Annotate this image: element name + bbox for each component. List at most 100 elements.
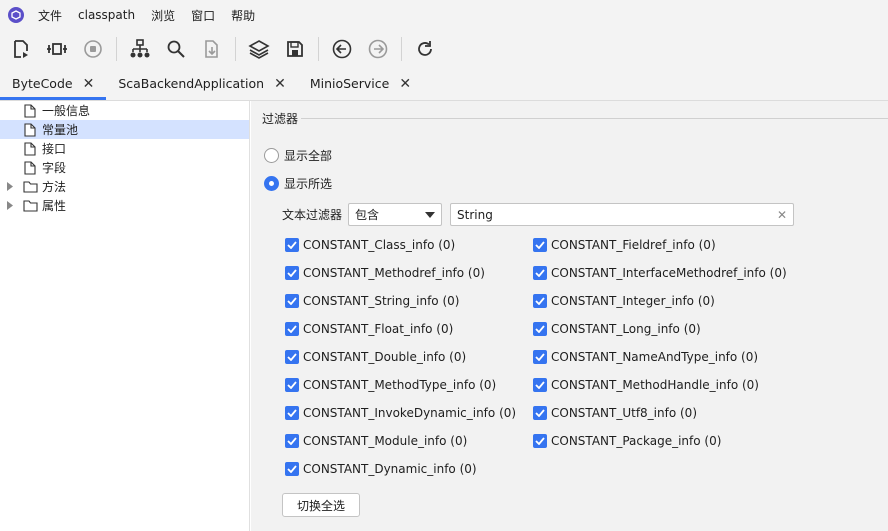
folder-icon bbox=[22, 198, 38, 214]
constant-checkbox[interactable]: CONSTANT_MethodHandle_info (0) bbox=[533, 378, 759, 392]
divider bbox=[301, 118, 888, 119]
close-icon[interactable]: ✕ bbox=[83, 77, 95, 91]
tab-label: ByteCode bbox=[12, 76, 73, 91]
menu-bar: 文件 classpath 浏览 窗口 帮助 bbox=[0, 0, 888, 30]
checkbox-label: CONSTANT_MethodHandle_info (0) bbox=[551, 378, 759, 392]
tree-item-attributes[interactable]: 属性 bbox=[0, 196, 249, 215]
tree-item-constant-pool[interactable]: 常量池 bbox=[0, 120, 249, 139]
constant-checkbox[interactable]: CONSTANT_String_info (0) bbox=[285, 294, 459, 308]
clear-icon[interactable]: ✕ bbox=[777, 208, 787, 222]
checkbox-checked-icon[interactable] bbox=[533, 238, 547, 252]
constant-checkbox[interactable]: CONSTANT_Module_info (0) bbox=[285, 434, 467, 448]
radio-show-selected[interactable]: 显示所选 bbox=[264, 175, 332, 192]
structure-tree: 一般信息 常量池 接口 字段 方法 属性 bbox=[0, 101, 250, 531]
checkbox-label: CONSTANT_String_info (0) bbox=[303, 294, 460, 308]
constant-checkbox[interactable]: CONSTANT_Dynamic_info (0) bbox=[285, 462, 477, 476]
tree-item-general-info[interactable]: 一般信息 bbox=[0, 101, 249, 120]
tree-item-label: 接口 bbox=[42, 142, 67, 156]
radio-show-all[interactable]: 显示全部 bbox=[264, 147, 332, 164]
back-button[interactable] bbox=[329, 36, 355, 62]
radio-circle[interactable] bbox=[264, 176, 279, 191]
checkbox-checked-icon[interactable] bbox=[285, 350, 299, 364]
menu-window[interactable]: 窗口 bbox=[191, 7, 215, 24]
tree-item-methods[interactable]: 方法 bbox=[0, 177, 249, 196]
file-icon bbox=[22, 141, 38, 157]
constant-checkbox[interactable]: CONSTANT_Utf8_info (0) bbox=[533, 406, 697, 420]
checkbox-checked-icon[interactable] bbox=[533, 350, 547, 364]
constant-checkbox[interactable]: CONSTANT_Class_info (0) bbox=[285, 238, 455, 252]
checkbox-label: CONSTANT_Package_info (0) bbox=[551, 434, 722, 448]
checkbox-checked-icon[interactable] bbox=[533, 378, 547, 392]
toggle-select-all-button[interactable]: 切换全选 bbox=[282, 493, 361, 517]
stop-icon bbox=[84, 40, 102, 58]
constant-checkbox[interactable]: CONSTANT_NameAndType_info (0) bbox=[533, 350, 758, 364]
checkbox-checked-icon[interactable] bbox=[285, 266, 299, 280]
menu-file[interactable]: 文件 bbox=[38, 7, 62, 24]
menu-classpath[interactable]: classpath bbox=[78, 8, 135, 22]
close-icon[interactable]: ✕ bbox=[274, 77, 286, 91]
constant-checkbox[interactable]: CONSTANT_Fieldref_info (0) bbox=[533, 238, 716, 252]
close-icon[interactable]: ✕ bbox=[399, 77, 411, 91]
checkbox-checked-icon[interactable] bbox=[533, 294, 547, 308]
constant-checkbox[interactable]: CONSTANT_Package_info (0) bbox=[533, 434, 721, 448]
tree-item-interfaces[interactable]: 接口 bbox=[0, 139, 249, 158]
checkbox-checked-icon[interactable] bbox=[533, 434, 547, 448]
tab-minioservice[interactable]: MinioService ✕ bbox=[298, 67, 423, 100]
decompile-button[interactable] bbox=[44, 36, 70, 62]
checkbox-checked-icon[interactable] bbox=[533, 266, 547, 280]
checkbox-checked-icon[interactable] bbox=[285, 322, 299, 336]
file-icon bbox=[22, 122, 38, 138]
checkbox-checked-icon[interactable] bbox=[285, 462, 299, 476]
checkbox-label: CONSTANT_MethodType_info (0) bbox=[303, 378, 497, 392]
checkbox-label: CONSTANT_Double_info (0) bbox=[303, 350, 467, 364]
text-filter-row: 文本过滤器 包含 String ✕ bbox=[282, 203, 795, 226]
checkbox-label: CONSTANT_Long_info (0) bbox=[551, 322, 701, 336]
tree-item-label: 一般信息 bbox=[42, 104, 91, 118]
constant-checkbox[interactable]: CONSTANT_MethodType_info (0) bbox=[285, 378, 496, 392]
tab-bytecode[interactable]: ByteCode ✕ bbox=[0, 67, 107, 100]
checkbox-label: CONSTANT_Utf8_info (0) bbox=[551, 406, 697, 420]
constant-checkbox[interactable]: CONSTANT_InterfaceMethodref_info (0) bbox=[533, 266, 787, 280]
menu-help[interactable]: 帮助 bbox=[231, 7, 255, 24]
hierarchy-button[interactable] bbox=[127, 36, 153, 62]
constant-checkbox[interactable]: CONSTANT_Double_info (0) bbox=[285, 350, 466, 364]
checkbox-label: CONSTANT_Float_info (0) bbox=[303, 322, 454, 336]
tree-item-label: 方法 bbox=[42, 180, 67, 194]
tree-item-fields[interactable]: 字段 bbox=[0, 158, 249, 177]
constant-checkbox[interactable]: CONSTANT_Float_info (0) bbox=[285, 322, 453, 336]
editor-tabs: ByteCode ✕ ScaBackendApplication ✕ Minio… bbox=[0, 68, 888, 101]
constant-checkbox[interactable]: CONSTANT_Integer_info (0) bbox=[533, 294, 715, 308]
save-button[interactable] bbox=[282, 36, 308, 62]
export-button[interactable] bbox=[199, 36, 225, 62]
tree-item-label: 常量池 bbox=[42, 123, 79, 137]
checkbox-label: CONSTANT_Integer_info (0) bbox=[551, 294, 715, 308]
search-button[interactable] bbox=[163, 36, 189, 62]
refresh-button[interactable] bbox=[412, 36, 438, 62]
checkbox-checked-icon[interactable] bbox=[533, 322, 547, 336]
open-file-button[interactable] bbox=[8, 36, 34, 62]
radio-label: 显示所选 bbox=[284, 177, 333, 191]
checkbox-checked-icon[interactable] bbox=[285, 406, 299, 420]
layers-button[interactable] bbox=[246, 36, 272, 62]
filter-mode-value: 包含 bbox=[355, 208, 380, 222]
radio-circle[interactable] bbox=[264, 148, 279, 163]
constant-checkbox[interactable]: CONSTANT_Methodref_info (0) bbox=[285, 266, 485, 280]
filter-text-input[interactable]: String ✕ bbox=[450, 203, 795, 226]
checkbox-checked-icon[interactable] bbox=[533, 406, 547, 420]
checkbox-checked-icon[interactable] bbox=[285, 378, 299, 392]
checkbox-checked-icon[interactable] bbox=[285, 434, 299, 448]
constant-checkbox[interactable]: CONSTANT_Long_info (0) bbox=[533, 322, 701, 336]
tab-label: ScaBackendApplication bbox=[118, 76, 265, 91]
checkbox-checked-icon[interactable] bbox=[285, 238, 299, 252]
filter-mode-select[interactable]: 包含 bbox=[348, 203, 443, 226]
menu-browse[interactable]: 浏览 bbox=[151, 7, 175, 24]
chevron-right-icon[interactable] bbox=[4, 201, 16, 210]
tab-scabackendapplication[interactable]: ScaBackendApplication ✕ bbox=[106, 67, 298, 100]
forward-button[interactable] bbox=[365, 36, 391, 62]
refresh-icon bbox=[418, 41, 432, 56]
chevron-right-icon[interactable] bbox=[4, 182, 16, 191]
checkbox-checked-icon[interactable] bbox=[285, 294, 299, 308]
constant-checkbox[interactable]: CONSTANT_InvokeDynamic_info (0) bbox=[285, 406, 516, 420]
checkbox-label: CONSTANT_Fieldref_info (0) bbox=[551, 238, 716, 252]
stop-button[interactable] bbox=[80, 36, 106, 62]
